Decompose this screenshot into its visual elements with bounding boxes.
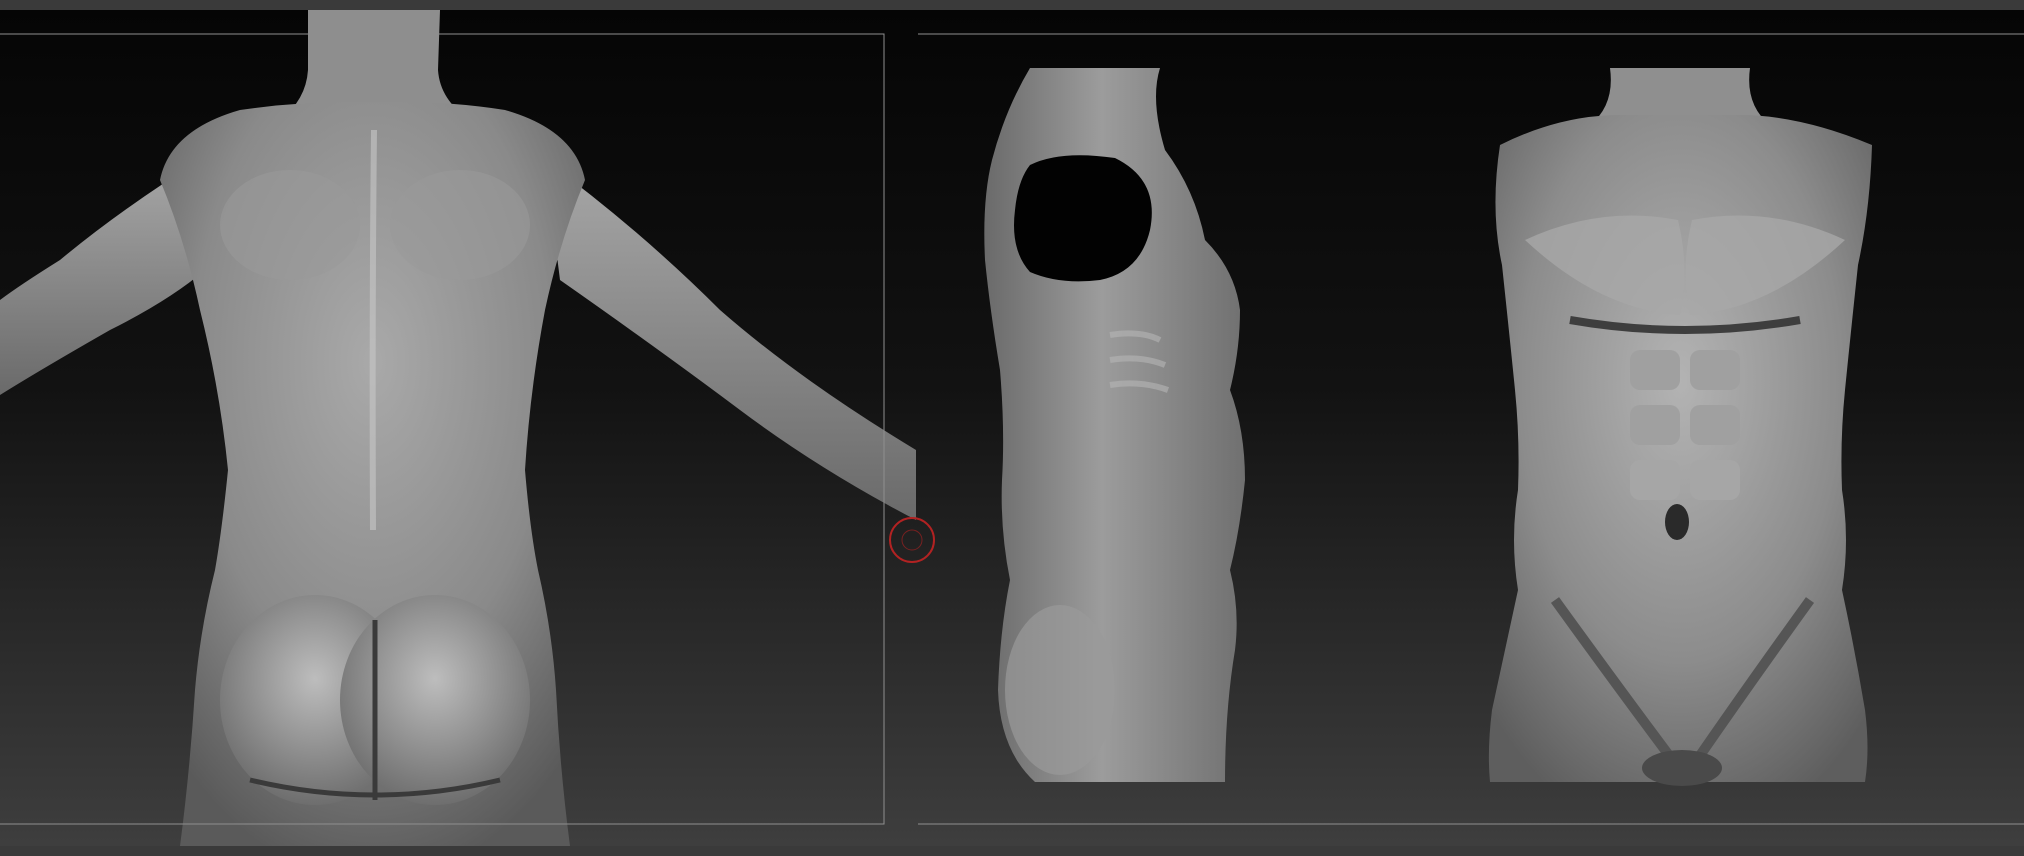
front-view-figure[interactable] bbox=[1488, 68, 1872, 786]
front-ab-2 bbox=[1690, 350, 1740, 390]
back-glute-right bbox=[340, 595, 530, 805]
front-pelvis-base bbox=[1642, 750, 1722, 786]
front-ab-3 bbox=[1630, 405, 1680, 445]
viewport-canvas[interactable] bbox=[0, 10, 2024, 846]
bottom-status-strip bbox=[0, 846, 2024, 856]
front-torso bbox=[1488, 115, 1872, 782]
front-ab-1 bbox=[1630, 350, 1680, 390]
back-shoulder-blade-left bbox=[220, 170, 360, 280]
sculpt-app bbox=[0, 0, 2024, 856]
side-glute bbox=[1005, 605, 1115, 775]
front-ab-5 bbox=[1630, 460, 1680, 500]
front-ab-6 bbox=[1690, 460, 1740, 500]
front-navel bbox=[1665, 504, 1689, 540]
back-spine bbox=[369, 129, 377, 531]
back-shoulder-blade-right bbox=[390, 170, 530, 280]
side-armpit-opening bbox=[1014, 155, 1152, 282]
front-ab-4 bbox=[1690, 405, 1740, 445]
